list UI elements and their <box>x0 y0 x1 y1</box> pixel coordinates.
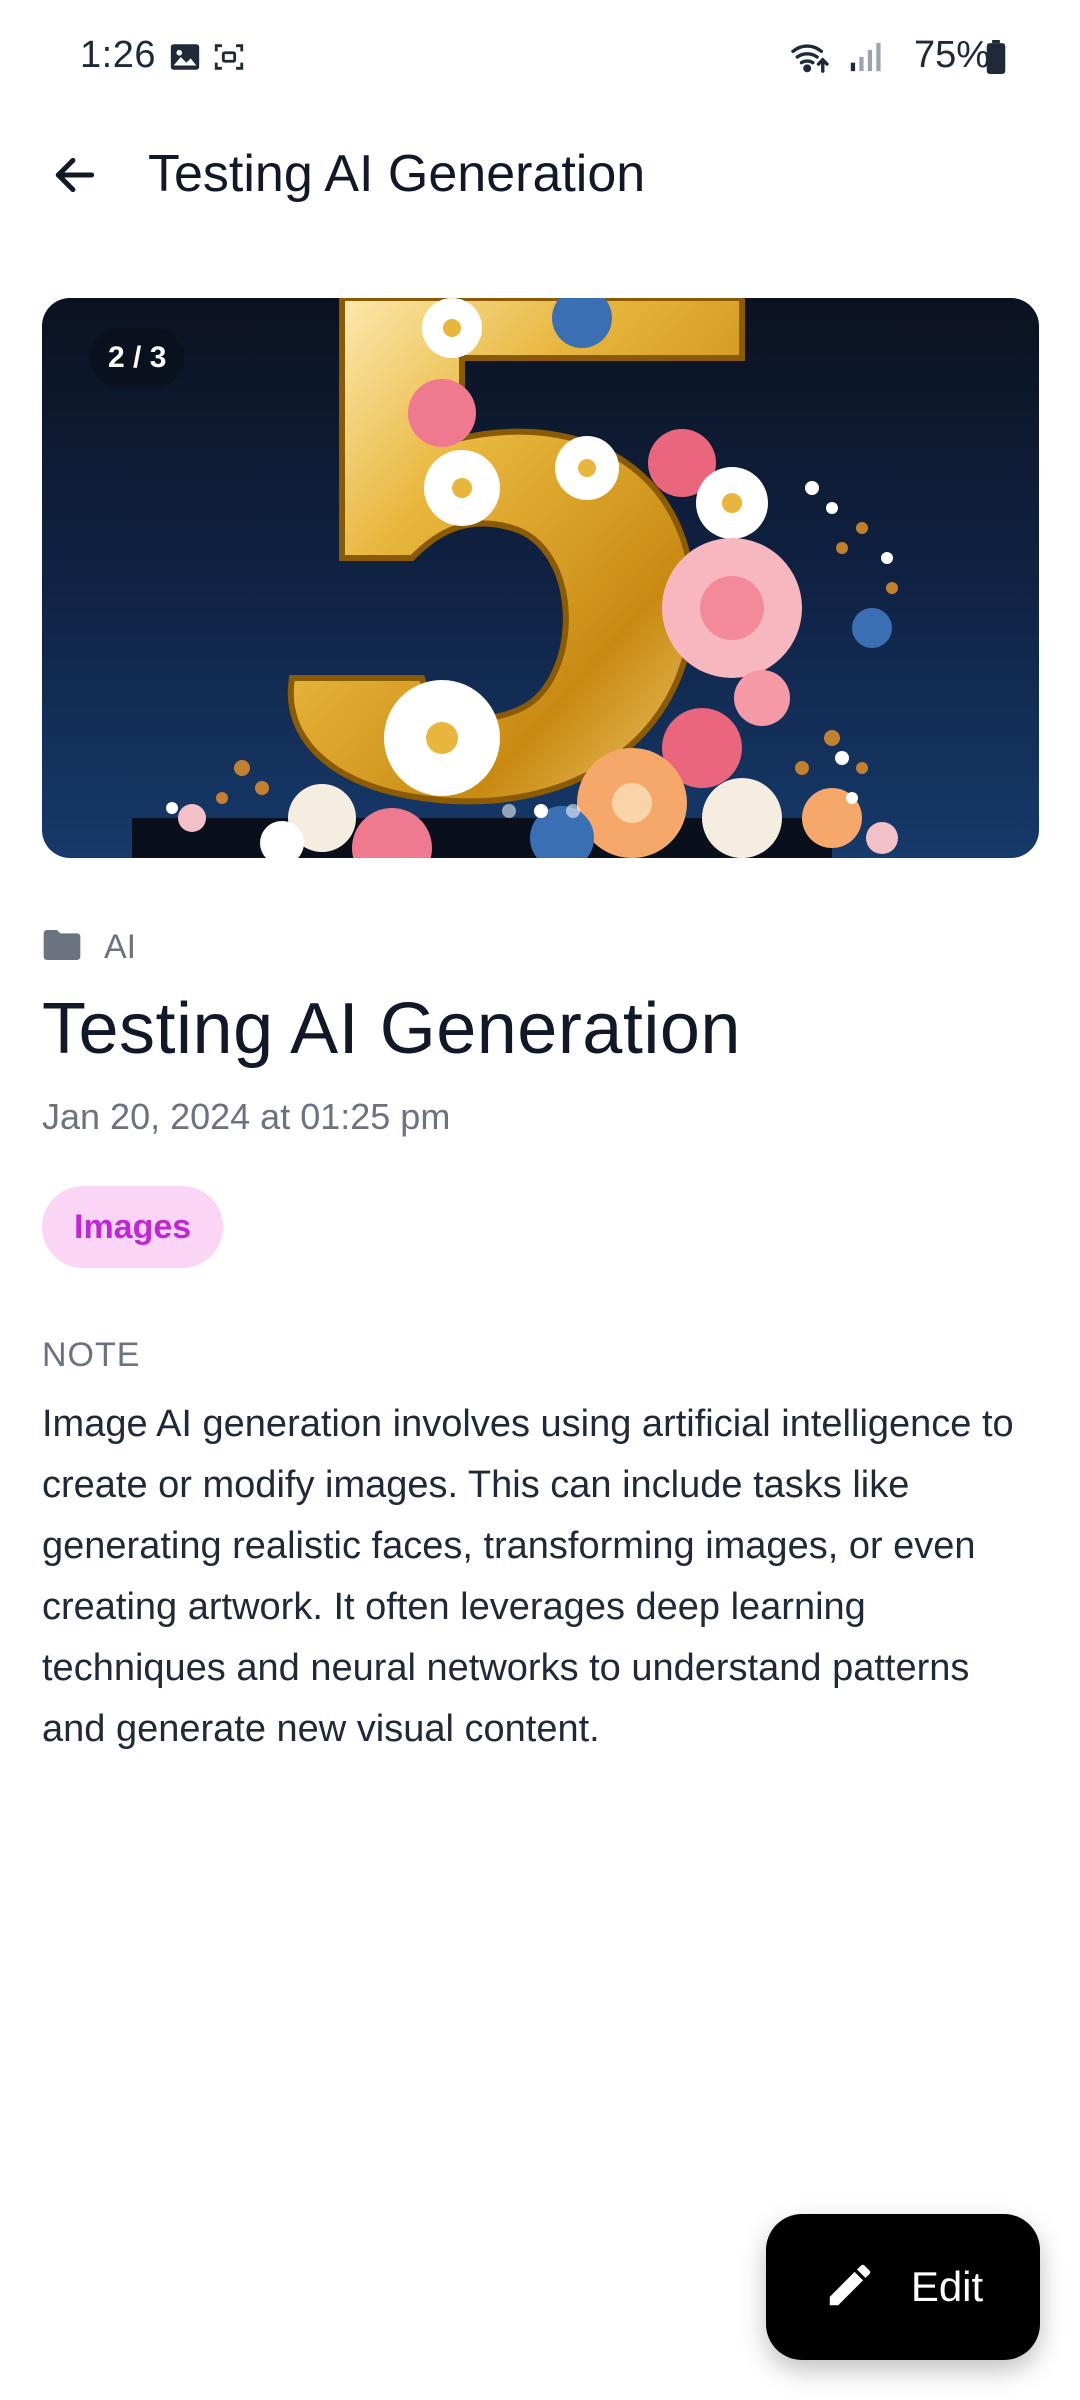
note-date: Jan 20, 2024 at 01:25 pm <box>42 1096 451 1137</box>
top-app-bar: Testing AI Generation <box>0 120 1080 230</box>
edit-button[interactable]: Edit <box>766 2214 1040 2360</box>
pencil-icon <box>823 2258 877 2317</box>
carousel-image <box>132 298 898 858</box>
image-counter: 2 / 3 <box>90 328 185 388</box>
screenshot-icon <box>212 40 246 79</box>
image-icon <box>168 40 202 79</box>
back-button[interactable] <box>40 142 110 212</box>
category-label: AI <box>104 927 137 966</box>
carousel-indicator <box>42 804 1039 818</box>
signal-icon <box>848 40 882 79</box>
category-row: AI <box>42 922 136 972</box>
note-label: NOTE <box>42 1336 141 1374</box>
carousel-dot[interactable] <box>565 804 580 818</box>
note-body: Image AI generation involves using artif… <box>42 1403 1014 1750</box>
carousel-dot[interactable] <box>501 804 516 818</box>
battery-icon <box>986 40 1006 79</box>
folder-icon <box>42 928 82 967</box>
edit-button-label: Edit <box>910 2263 984 2310</box>
note-title: Testing AI Generation <box>42 989 741 1069</box>
status-time: 1:26 <box>80 34 156 76</box>
tag-chip[interactable]: Images <box>42 1186 224 1268</box>
arrow-left-icon <box>50 150 100 205</box>
status-bar: 1:26 75% <box>0 0 1080 120</box>
note-detail-screen: 1:26 75% Testing AI Generation 2 / 3 AI … <box>0 0 1080 2400</box>
app-bar-title: Testing AI Generation <box>148 145 646 203</box>
wifi-icon <box>790 40 830 79</box>
carousel-dot-active[interactable] <box>533 804 548 818</box>
battery-percentage: 75% <box>913 34 990 76</box>
image-carousel[interactable]: 2 / 3 <box>42 298 1039 858</box>
